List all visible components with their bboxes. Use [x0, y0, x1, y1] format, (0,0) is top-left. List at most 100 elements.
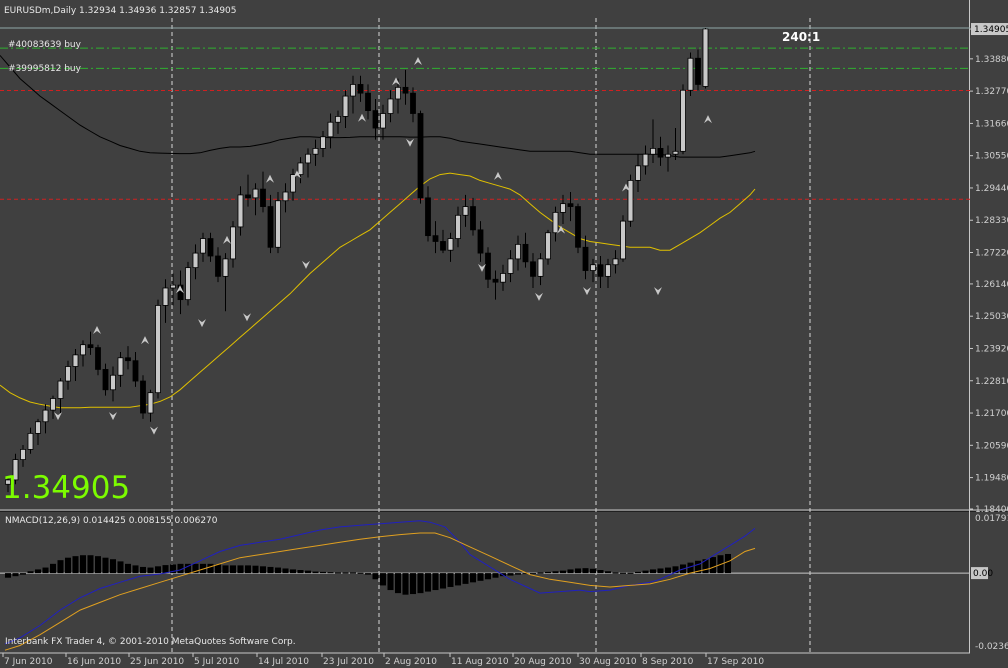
candle-body-bull: [635, 165, 641, 181]
candle-body-bear: [597, 264, 604, 277]
price-tick-label: 1.33880: [975, 55, 1008, 65]
candle-body-bull: [117, 357, 124, 376]
candle-body-bear: [132, 360, 139, 382]
candle-body-bull: [500, 273, 506, 283]
macd-bar: [155, 566, 161, 574]
macd-bar: [335, 572, 341, 574]
macd-bar: [350, 572, 356, 574]
candle: [417, 110, 424, 204]
candle-body-bull: [515, 243, 521, 260]
candle-body-bull: [642, 153, 649, 167]
candle-body-bull: [252, 188, 259, 199]
candle-body-bear: [102, 369, 109, 391]
macd-bar: [395, 573, 401, 594]
candle-body-bull: [350, 84, 356, 97]
macd-bar: [162, 565, 169, 574]
candle-body-bull: [282, 191, 289, 202]
candle-body-bear: [425, 197, 431, 237]
candle-body-bear: [207, 238, 214, 257]
macd-bar: [417, 573, 424, 594]
macd-bar: [560, 570, 566, 574]
candle: [155, 299, 161, 399]
macd-bar: [237, 565, 244, 574]
macd-bar: [477, 573, 484, 581]
macd-bar: [230, 565, 236, 574]
candle-body-bull: [155, 305, 161, 394]
candle-body-bull: [387, 98, 394, 114]
candle-body-bull: [327, 121, 334, 138]
macd-bar: [147, 567, 154, 574]
candle: [687, 52, 694, 97]
macd-bar: [597, 570, 604, 574]
time-tick-label: 7 Jun 2010: [4, 657, 53, 667]
price-tick-label: 1.30550: [975, 152, 1008, 162]
macd-bar: [327, 572, 334, 574]
candle-body-bull: [35, 421, 41, 434]
macd-bar: [125, 563, 131, 574]
macd-bar: [42, 567, 49, 574]
macd-bar: [657, 568, 664, 574]
candle-body-bull: [305, 153, 311, 164]
candle-body-bull: [312, 148, 319, 155]
price-tick-label: 1.32770: [975, 87, 1008, 97]
candle-body-bull: [297, 162, 304, 175]
chart-window[interactable]: 1.34905 1.33880 1.32770 1.31660 1.30550 1.294…: [0, 0, 1008, 668]
macd-bar: [447, 573, 454, 587]
macd-bar: [140, 566, 146, 574]
macd-bar: [20, 573, 26, 575]
macd-bar: [710, 557, 716, 574]
candle-body-bull: [665, 153, 671, 158]
candle-body-bull: [230, 226, 236, 260]
time-tick-label: 25 Jun 2010: [130, 657, 184, 667]
macd-bar: [432, 573, 439, 591]
candle-body-bear: [245, 194, 251, 199]
candle-body-bear: [470, 206, 476, 231]
macd-bar: [215, 564, 221, 574]
macd-bar: [612, 572, 619, 574]
candle-body-bull: [72, 354, 79, 367]
candle-body-bull: [552, 211, 559, 234]
candle-body-bull: [680, 89, 686, 152]
macd-bar: [357, 572, 364, 574]
time-tick-label: 14 Jul 2010: [258, 657, 309, 667]
macd-bar: [665, 567, 671, 574]
time-tick-label: 5 Jul 2010: [194, 657, 239, 667]
candle-body-bull: [27, 432, 34, 450]
candle: [575, 203, 581, 254]
candle-body-bull: [507, 258, 514, 274]
candle-body-bull: [702, 28, 709, 87]
price-tick-label: 1.21700: [975, 409, 1008, 419]
macd-bar: [530, 573, 536, 575]
candle-body-bear: [522, 243, 529, 263]
time-tick-label: 8 Sep 2010: [642, 657, 694, 667]
time-tick-label: 23 Jul 2010: [323, 657, 374, 667]
time-tick-label: 11 Aug 2010: [451, 657, 509, 667]
candle-body-bear: [575, 206, 581, 248]
candle-body-bull: [687, 57, 694, 91]
macd-bar: [132, 565, 139, 574]
footer-copyright: Interbank FX Trader 4, © 2001-2010 MetaQ…: [5, 637, 296, 647]
macd-bar: [50, 563, 56, 574]
macd-bar: [110, 559, 116, 574]
macd-bar: [575, 568, 581, 574]
macd-bar: [297, 570, 304, 574]
macd-bar: [380, 573, 386, 586]
candle-body-bull: [192, 252, 199, 269]
time-tick-label: 16 Jun 2010: [67, 657, 121, 667]
candle-body-bull: [50, 398, 56, 411]
macd-bar: [725, 553, 731, 574]
candle-body-bull: [170, 284, 176, 289]
price-tick-label: 1.28330: [975, 216, 1008, 226]
time-tick-label: 20 Aug 2010: [514, 657, 572, 667]
candle-body-bear: [267, 206, 274, 248]
candle-body-bull: [290, 174, 296, 193]
price-tick-label: 1.29440: [975, 184, 1008, 194]
candle-body-bull: [237, 194, 244, 228]
candle-body-bull: [395, 86, 401, 100]
candle: [627, 174, 634, 227]
candle-body-bull: [20, 448, 26, 460]
macd-bar: [35, 569, 41, 574]
big-price-label: 1.34905: [2, 470, 130, 506]
candle-body-bull: [342, 95, 349, 117]
time-tick-label: 2 Aug 2010: [385, 657, 437, 667]
